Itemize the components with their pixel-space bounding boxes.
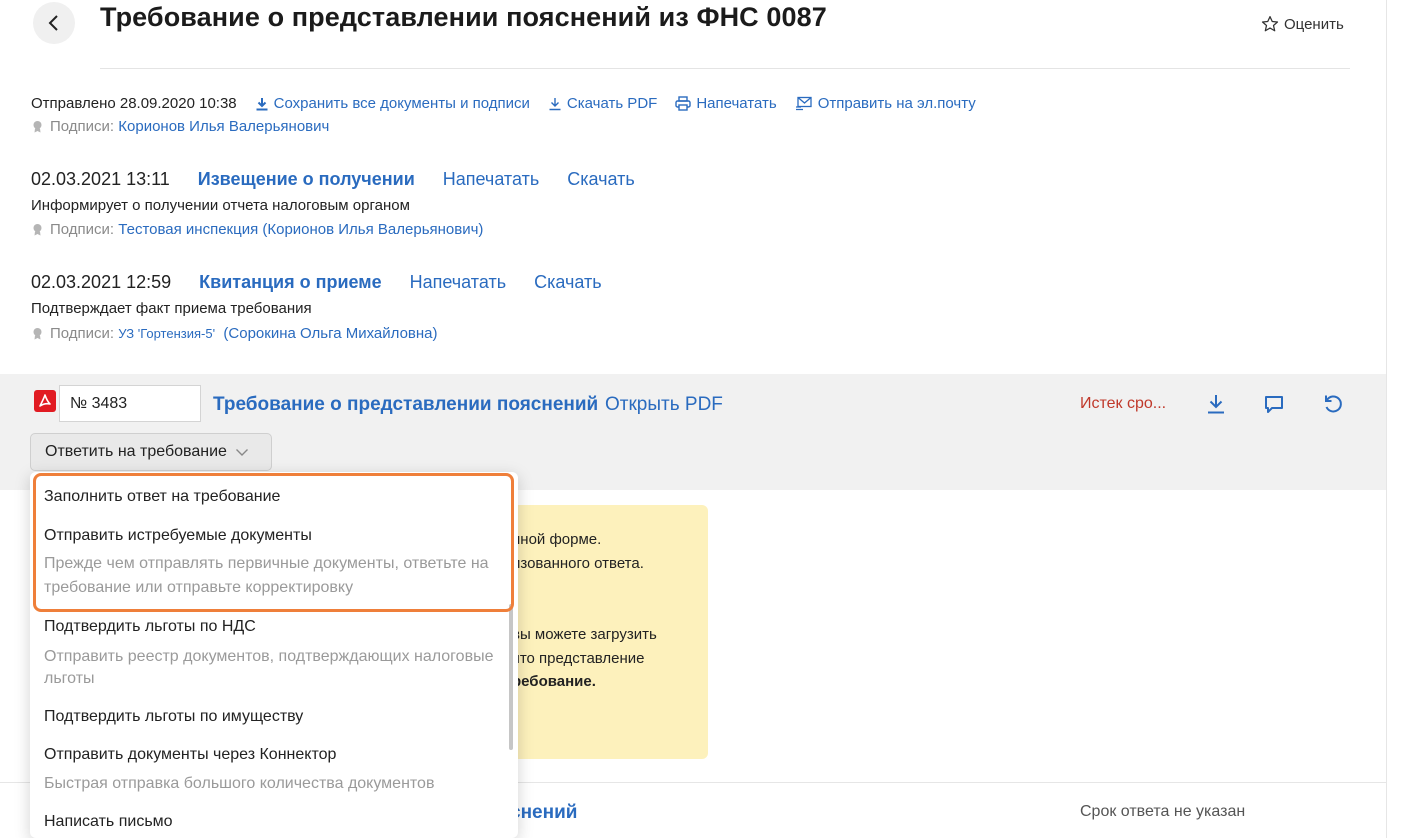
download-icon bbox=[256, 97, 268, 110]
open-pdf-link[interactable]: Открыть PDF bbox=[605, 394, 723, 416]
event-row-receipt-notice: 02.03.2021 13:11 Извещение о получении Н… bbox=[31, 169, 635, 190]
print-link[interactable]: Напечатать bbox=[675, 95, 777, 112]
download-icon bbox=[549, 97, 561, 110]
download-icon bbox=[1208, 395, 1224, 414]
deadline-text: Срок ответа не указан bbox=[1080, 803, 1246, 820]
event-datetime: 02.03.2021 12:59 bbox=[31, 272, 172, 292]
download-pdf-link[interactable]: Скачать PDF bbox=[548, 95, 657, 112]
receipt-notice-link[interactable]: Извещение о получении bbox=[198, 169, 415, 190]
acceptance-receipt-link[interactable]: Квитанция о приеме bbox=[199, 272, 381, 293]
dropdown-scrollbar[interactable] bbox=[509, 604, 513, 750]
save-all-documents-link[interactable]: Сохранить все документы и подписи bbox=[255, 95, 530, 112]
page-title: Требование о представлении пояснений из … bbox=[100, 2, 827, 32]
reply-to-requirement-button[interactable]: Ответить на требование bbox=[30, 433, 272, 471]
signer-link[interactable]: (Сорокина Ольга Михайловна) bbox=[223, 325, 437, 342]
back-button[interactable] bbox=[33, 2, 75, 44]
menu-item-confirm-property-benefits[interactable]: Подтвердить льготы по имуществу bbox=[44, 708, 303, 726]
star-icon bbox=[1261, 15, 1279, 32]
note-line: вы можете загрузить bbox=[512, 626, 657, 643]
certificate-icon bbox=[33, 328, 42, 340]
note-line: ребование. bbox=[512, 673, 596, 690]
signer-org-link[interactable]: УЗ 'Гортензия-5' bbox=[118, 326, 215, 341]
event-description: Подтверждает факт приема требования bbox=[31, 300, 312, 317]
next-requirement-title-link[interactable]: снений bbox=[510, 802, 577, 824]
chevron-left-icon bbox=[48, 15, 58, 31]
print-link[interactable]: Напечатать bbox=[410, 272, 506, 293]
menu-item-send-requested-documents[interactable]: Отправить истребуемые документы bbox=[44, 527, 312, 545]
event-description: Информирует о получении отчета налоговым… bbox=[31, 197, 410, 214]
menu-item-hint: Прежде чем отправлять первичные документ… bbox=[44, 555, 489, 572]
requirement-number-input[interactable] bbox=[59, 385, 201, 422]
event-signatures: Подписи: УЗ 'Гортензия-5' (Сорокина Ольг… bbox=[31, 325, 438, 342]
download-link[interactable]: Скачать bbox=[567, 169, 635, 190]
rate-label: Оценить bbox=[1284, 15, 1344, 33]
event-datetime: 02.03.2021 13:11 bbox=[31, 169, 170, 189]
rate-button[interactable]: Оценить bbox=[1261, 15, 1344, 33]
menu-item-write-letter[interactable]: Написать письмо bbox=[44, 813, 173, 831]
download-link[interactable]: Скачать bbox=[534, 272, 602, 293]
mail-icon bbox=[795, 96, 812, 111]
menu-item-hint: Отправить реестр документов, подтверждаю… bbox=[44, 648, 494, 665]
certificate-icon bbox=[33, 224, 42, 236]
menu-item-hint: Быстрая отправка большого количества док… bbox=[44, 775, 435, 792]
signer-link[interactable]: Тестовая инспекция (Корионов Илья Валерь… bbox=[118, 221, 483, 238]
chevron-down-icon bbox=[235, 448, 248, 456]
pdf-icon bbox=[34, 390, 56, 412]
event-signatures: Подписи: Тестовая инспекция (Корионов Ил… bbox=[31, 221, 483, 238]
sent-text: Отправлено 28.09.2020 10:38 bbox=[31, 95, 237, 112]
comment-icon bbox=[1265, 396, 1283, 413]
send-email-link[interactable]: Отправить на эл.почту bbox=[795, 95, 976, 112]
page-scrollbar-track[interactable] bbox=[1386, 0, 1418, 838]
refresh-button[interactable] bbox=[1321, 392, 1345, 416]
printer-icon bbox=[675, 96, 692, 111]
comment-button[interactable] bbox=[1262, 392, 1286, 416]
menu-item-hint: требование или отправьте корректировку bbox=[44, 579, 354, 596]
signer-link[interactable]: Корионов Илья Валерьянович bbox=[118, 118, 329, 135]
event-row-acceptance-receipt: 02.03.2021 12:59 Квитанция о приеме Напе… bbox=[31, 272, 602, 293]
menu-item-confirm-vat-benefits[interactable]: Подтвердить льготы по НДС bbox=[44, 618, 256, 636]
certificate-icon bbox=[33, 121, 42, 133]
menu-item-fill-reply[interactable]: Заполнить ответ на требование bbox=[44, 488, 280, 506]
menu-item-send-via-connector[interactable]: Отправить документы через Коннектор bbox=[44, 746, 336, 764]
requirement-title-link[interactable]: Требование о представлении пояснений bbox=[213, 394, 598, 416]
note-line: нной форме. bbox=[512, 531, 602, 548]
header-divider bbox=[100, 68, 1350, 69]
status-badge: Истек сро... bbox=[1080, 395, 1167, 412]
sent-row: Отправлено 28.09.2020 10:38 Сохранить вс… bbox=[31, 95, 976, 112]
note-line: изованного ответа. bbox=[512, 555, 644, 572]
download-button[interactable] bbox=[1204, 392, 1228, 416]
print-link[interactable]: Напечатать bbox=[443, 169, 539, 190]
sent-signatures: Подписи: Корионов Илья Валерьянович bbox=[31, 118, 329, 135]
menu-item-hint: льготы bbox=[44, 670, 95, 687]
note-line: что представление bbox=[512, 650, 645, 667]
refresh-icon bbox=[1325, 395, 1342, 413]
reply-button-label: Ответить на требование bbox=[45, 443, 227, 460]
